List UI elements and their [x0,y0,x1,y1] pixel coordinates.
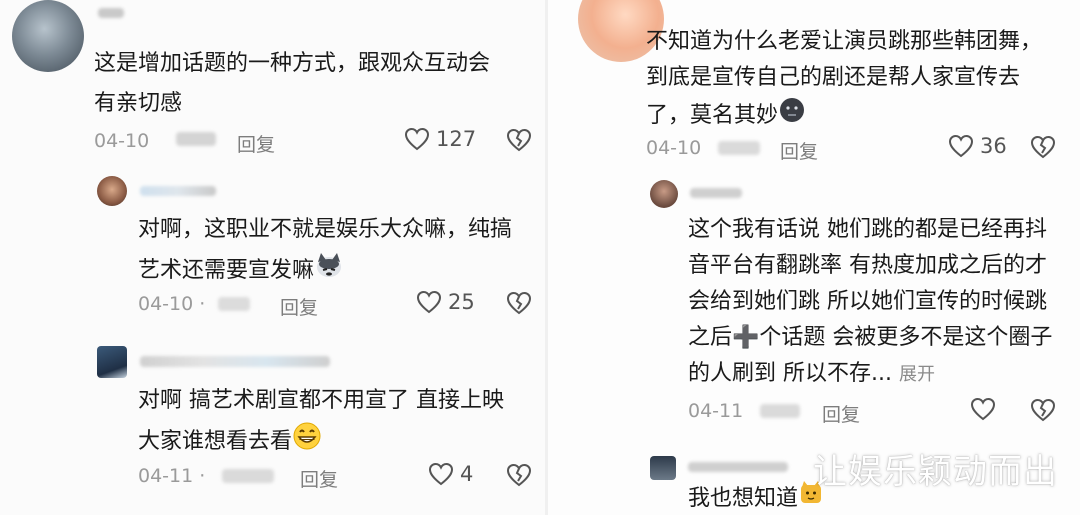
dislike-button[interactable] [506,463,532,487]
heart-outline-icon [948,134,974,158]
comment-date: 04-11 [688,400,744,422]
grin-emoji [292,421,322,463]
comment-date: 04-10 · [138,293,206,315]
like-count: 127 [436,127,477,151]
location-blurred [176,132,216,146]
right-comment-column: 不知道为什么老爱让演员跳那些韩团舞， 到底是宣传自己的剧还是帮人家宣传去 了，莫… [548,0,1080,515]
location-blurred [760,404,800,418]
avatar[interactable] [650,180,678,208]
like-count: 4 [460,462,474,486]
broken-heart-icon [506,291,532,315]
like-button[interactable] [970,397,1002,421]
left-comment-column: 这是增加话题的一种方式，跟观众互动会 有亲切感 04-10 回复 127 对啊，… [0,0,545,515]
comment-text-line: 这是增加话题的一种方式，跟观众互动会 [94,51,491,76]
comment-date: 04-10 [94,130,150,152]
comment-text-fragment: 艺术还需要宣发嘛 [138,258,315,283]
dislike-button[interactable] [1030,135,1056,159]
avatar[interactable] [97,346,127,378]
like-count: 36 [980,134,1007,158]
like-button[interactable]: 127 [404,127,476,151]
broken-heart-icon [506,463,532,487]
broken-heart-icon [1030,135,1056,159]
username-blurred[interactable] [690,188,742,198]
comment-text-fragment: 大家谁想看去看 [138,429,293,454]
comment-text-line: 我也想知道 [688,480,824,518]
comment-text-line: 之后➕个话题 会被更多不是这个圈子 [688,325,1053,350]
dislike-button[interactable] [1030,398,1056,422]
comment-text-fragment: 我也想知道 [688,486,799,511]
comment-text-line: 到底是宣传自己的剧还是帮人家宣传去 [646,65,1021,90]
username-blurred[interactable] [688,462,788,472]
comment-text-line: 对啊 搞艺术剧宣都不用宣了 直接上映 [138,388,504,413]
comment-text-line: 大家谁想看去看 [138,421,322,463]
username-blurred[interactable] [140,356,330,367]
location-blurred [222,469,274,483]
comment-text-line: 了，莫名其妙 [646,96,806,136]
heart-outline-icon [970,397,996,421]
reply-button[interactable]: 回复 [300,465,338,492]
dislike-button[interactable] [506,291,532,315]
avatar[interactable] [650,456,676,480]
comment-text-line: 音平台有翻跳率 有热度加成之后的才 [688,253,1047,278]
like-count: 25 [448,290,475,314]
comment-text-line: 的人刷到 所以不存... 展开 [688,356,935,393]
heart-outline-icon [428,462,454,486]
comment-date: 04-11 · [138,465,206,487]
comment-text-line: 会给到她们跳 所以她们宣传的时候跳 [688,289,1047,314]
location-blurred [218,297,250,311]
reply-button[interactable]: 回复 [280,293,318,320]
watermark: 让娱乐颖动而出 [813,452,1058,492]
heart-outline-icon [404,127,430,151]
comment-text-line: 有亲切感 [94,91,183,116]
avatar[interactable] [97,176,127,206]
comment-text-line: 不知道为什么老爱让演员跳那些韩团舞， [646,29,1043,54]
broken-heart-icon [1030,398,1056,422]
broken-heart-icon [506,128,532,152]
comment-text-fragment: 的人刷到 所以不存... [688,361,892,386]
comment-text-fragment: 了，莫名其妙 [646,103,779,128]
like-button[interactable]: 4 [428,462,473,486]
like-button[interactable]: 25 [416,290,475,314]
expand-link[interactable]: 展开 [899,364,935,385]
reply-button[interactable]: 回复 [237,130,275,157]
like-button[interactable]: 36 [948,134,1007,158]
dislike-button[interactable] [506,128,532,152]
comment-date: 04-10 [646,137,702,159]
username-blurred[interactable] [98,8,124,18]
avatar[interactable] [12,0,84,72]
reply-button[interactable]: 回复 [780,137,818,164]
username-blurred[interactable] [140,186,216,196]
comment-text-line: 这个我有话说 她们跳的都是已经再抖 [688,217,1047,242]
comment-text-line: 艺术还需要宣发嘛 [138,250,344,292]
heart-outline-icon [416,290,442,314]
black-face-emoji [778,96,806,136]
location-blurred [718,141,760,155]
comment-text-line: 对啊，这职业不就是娱乐大众嘛，纯搞 [138,217,513,242]
dog-emoji [314,250,344,292]
reply-button[interactable]: 回复 [822,400,860,427]
